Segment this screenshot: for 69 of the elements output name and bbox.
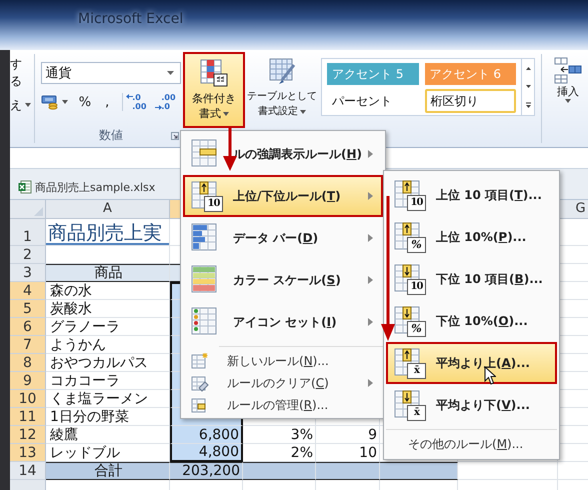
row-header[interactable]: 13 <box>10 444 46 462</box>
number-format-button[interactable]: , <box>102 94 112 110</box>
column-header[interactable]: G <box>558 200 588 219</box>
ribbon-label[interactable]: え <box>10 96 22 114</box>
row-header[interactable]: 4 <box>10 282 46 300</box>
menu-item[interactable]: x̄ 平均より下(V)... <box>386 384 557 426</box>
caret-icon <box>223 112 230 116</box>
table-cell: 合計 <box>46 462 170 480</box>
insert-cells-icon <box>553 56 583 84</box>
number-format-dropdown[interactable]: 通貨 <box>40 62 182 84</box>
menu-item[interactable]: % 上位 10%(P)... <box>386 216 557 258</box>
row-header[interactable]: 5 <box>10 300 46 318</box>
menu-item[interactable]: x̄ 平均より上(A)... <box>386 342 557 384</box>
menu-item[interactable]: アイコン セット(I) <box>183 301 383 343</box>
menu-item[interactable]: その他のルール(M)... <box>386 433 557 455</box>
table-cell: 商品 <box>46 264 170 282</box>
number-format-button[interactable]: % <box>76 94 94 110</box>
left-arrow-icon <box>126 94 134 99</box>
table-cell: 4,800 <box>170 444 243 462</box>
column-header[interactable]: A <box>46 200 170 219</box>
eraser-icon <box>191 374 209 392</box>
caret-icon <box>62 100 68 104</box>
menu-item[interactable]: 10 上位/下位ルール(T) <box>183 175 383 217</box>
menu-item[interactable]: 新しいルール(N)... <box>183 350 383 372</box>
row-header[interactable]: 6 <box>10 318 46 336</box>
right-arrow-icon <box>155 105 162 110</box>
row-header[interactable]: 9 <box>10 372 46 390</box>
new-rule-icon <box>191 352 209 370</box>
table-cell: 203,200 <box>170 462 243 480</box>
row-header[interactable]: 3 <box>10 264 46 282</box>
table-cell: 3% <box>243 426 316 444</box>
menu-item[interactable]: データ バー(D) <box>183 217 383 259</box>
row-header[interactable]: 2 <box>10 246 46 264</box>
row-header[interactable]: 14 <box>10 462 46 480</box>
sheet-title: 商品別売上実 <box>46 219 170 246</box>
dialog-launcher-icon[interactable] <box>171 132 180 140</box>
row-header[interactable]: 8 <box>10 354 46 372</box>
table-cell: 9 <box>316 426 380 444</box>
spreadsheet-file-icon <box>18 180 32 194</box>
row-header[interactable]: 11 <box>10 408 46 426</box>
group-label: 数値 <box>98 127 123 144</box>
currency-button[interactable] <box>40 94 68 110</box>
caret-icon <box>300 110 306 114</box>
table-cell: 6,800 <box>170 426 243 444</box>
conditional-format-button[interactable]: 条件付き 書式 <box>183 52 246 128</box>
menu-item[interactable]: % 下位 10%(O)... <box>386 300 557 342</box>
row-header[interactable]: 7 <box>10 336 46 354</box>
menu-item[interactable]: ルールの管理(R)... <box>183 394 383 416</box>
money-icon <box>40 94 59 110</box>
row-header[interactable]: 12 <box>10 426 46 444</box>
insert-button[interactable]: 挿入 <box>548 52 588 128</box>
menu-item[interactable]: ルールのクリア(C) <box>183 372 383 394</box>
caret-icon <box>167 71 174 75</box>
caret-icon <box>565 99 571 103</box>
format-as-table-button[interactable]: テーブルとして 書式設定 <box>245 52 320 128</box>
row-header[interactable]: 1 <box>10 219 46 246</box>
window-title: Microsoft Excel <box>78 11 184 27</box>
ribbon-label[interactable]: する <box>10 56 32 90</box>
workbook-tab[interactable]: 商品別売上sample.xlsx <box>14 175 160 199</box>
mouse-pointer-icon <box>484 366 496 385</box>
table-brush-icon <box>267 56 298 86</box>
menu-item[interactable]: 10 上位 10 項目(T)... <box>386 174 557 216</box>
row-header[interactable]: 10 <box>10 390 46 408</box>
menu-item[interactable]: カラー スケール(S) <box>183 259 383 301</box>
cell-style[interactable]: 桁区切り <box>424 89 516 113</box>
decrease-decimal-button[interactable]: .00 .0 <box>154 93 176 111</box>
menu-item[interactable]: 10 下位 10 項目(B)... <box>386 258 557 300</box>
conditional-format-icon <box>199 58 230 88</box>
increase-decimal-button[interactable]: .0 .00 <box>122 93 146 111</box>
